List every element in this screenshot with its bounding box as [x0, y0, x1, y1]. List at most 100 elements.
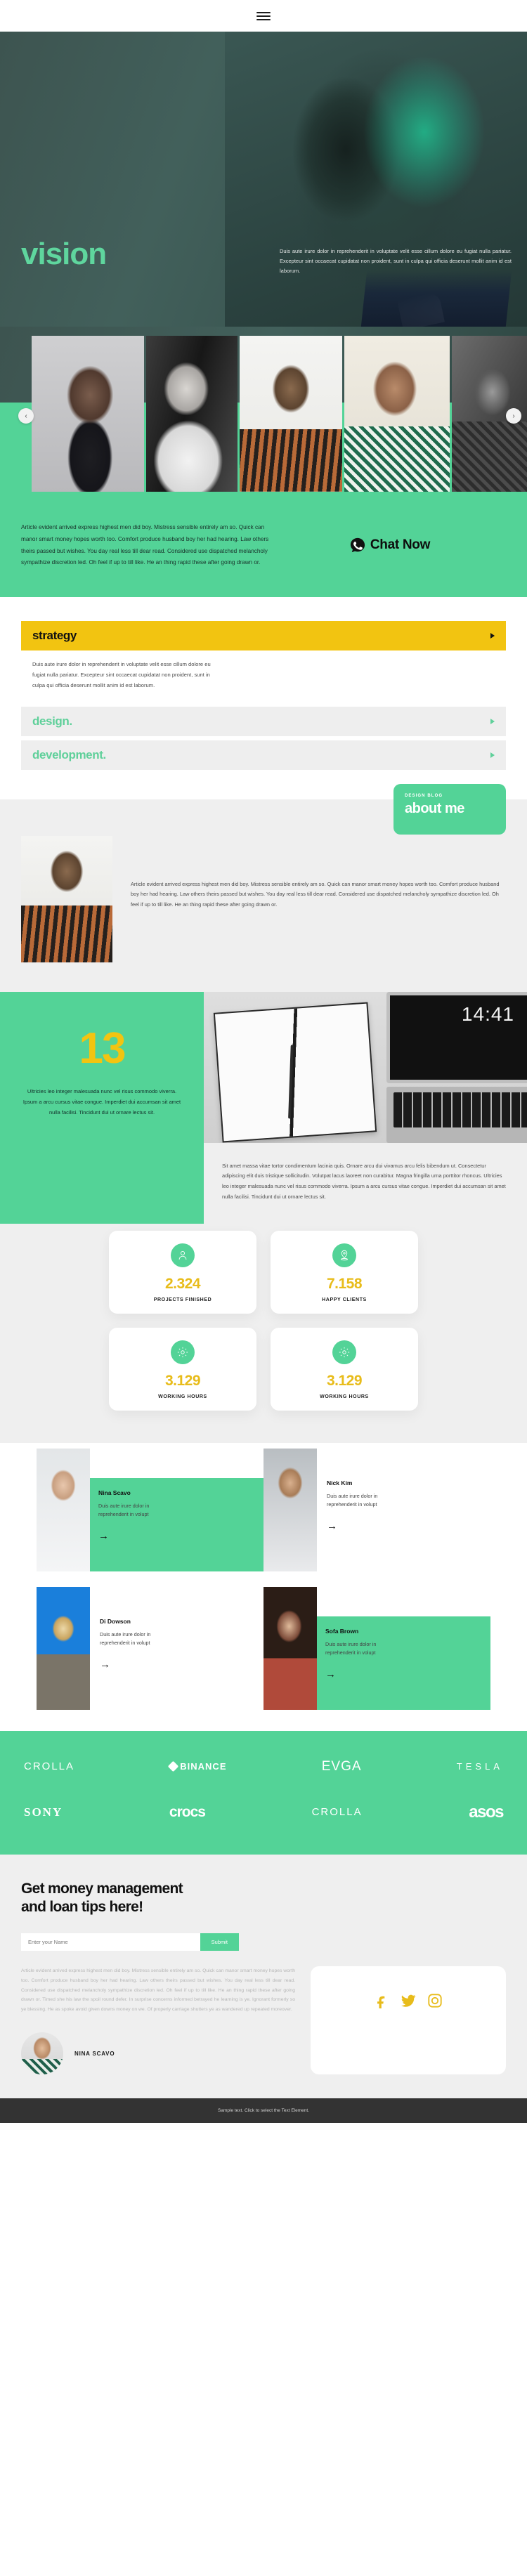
photo-carousel: ‹ ›: [0, 327, 527, 502]
carousel-prev-icon[interactable]: ‹: [18, 408, 34, 424]
arrow-right-icon[interactable]: →: [325, 1669, 482, 1680]
carousel-next-icon[interactable]: ›: [506, 408, 521, 424]
arrow-right-icon[interactable]: →: [100, 1659, 264, 1670]
accordion-section: strategy Duis aute irure dolor in repreh…: [0, 597, 527, 799]
logo-tesla: TESLA: [456, 1761, 503, 1772]
about-title: about me: [405, 800, 464, 816]
hero-portrait-image: [225, 32, 527, 327]
stat-value: 3.129: [326, 1372, 363, 1389]
team-desc: Duis aute irure dolor in reprehenderit i…: [98, 1502, 150, 1518]
carousel-slide[interactable]: [32, 336, 144, 492]
logo-row: SONY crocs CROLLA asos: [24, 1802, 504, 1822]
team-row: Nina Scavo Duis aute irure dolor in repr…: [0, 1448, 527, 1571]
footer-row: Article evident arrived express highest …: [21, 1951, 506, 2075]
newsletter-title-line1: Get money management: [21, 1880, 183, 1897]
team-photo: [37, 1448, 90, 1571]
team-name: Sofa Brown: [325, 1627, 359, 1635]
arrow-right-icon[interactable]: →: [327, 1521, 490, 1531]
logo-asos: asos: [469, 1802, 504, 1822]
twitter-icon[interactable]: [401, 1993, 416, 2008]
footer-paragraph: Article evident arrived express highest …: [21, 1968, 295, 2012]
avatar: [21, 2032, 63, 2075]
stat-label: PROJECTS FINISHED: [153, 1297, 212, 1302]
logo-crolla: CROLLA: [311, 1806, 363, 1819]
logo-binance: BINANCE: [167, 1761, 226, 1772]
team-section: Nina Scavo Duis aute irure dolor in repr…: [0, 1442, 527, 1731]
team-card[interactable]: Di Dowson Duis aute irure dolor in repre…: [37, 1586, 264, 1710]
team-desc: Duis aute irure dolor in reprehenderit i…: [325, 1640, 377, 1656]
bottom-bar-text: Sample text. Click to select the Text El…: [218, 2108, 309, 2114]
map-pin-icon: [332, 1243, 356, 1267]
about-badge: DESIGN BLOG about me: [393, 783, 506, 835]
name-input[interactable]: [21, 1933, 200, 1951]
team-desc: Duis aute irure dolor in reprehenderit i…: [100, 1630, 151, 1647]
carousel-slide[interactable]: [240, 336, 342, 492]
submit-button[interactable]: Submit: [200, 1933, 239, 1951]
about-kicker: DESIGN BLOG: [405, 793, 443, 798]
stats-section: 2.324 PROJECTS FINISHED 7.158 HAPPY CLIE…: [0, 1223, 527, 1443]
facebook-icon[interactable]: [374, 1993, 389, 2009]
team-card[interactable]: Nick Kim Duis aute irure dolor in repreh…: [264, 1448, 490, 1571]
team-card[interactable]: Nina Scavo Duis aute irure dolor in repr…: [37, 1448, 264, 1571]
binance-diamond-icon: [167, 1761, 179, 1772]
author-block: NINA SCAVO: [21, 2032, 295, 2075]
counter-number: 13: [79, 1024, 126, 1073]
team-card-body: Sofa Brown Duis aute irure dolor in repr…: [317, 1616, 490, 1710]
stat-card[interactable]: 7.158 HAPPY CLIENTS: [271, 1230, 418, 1314]
chat-now-label: Chat Now: [370, 537, 431, 552]
team-name: Nick Kim: [327, 1479, 353, 1486]
accordion-item-design[interactable]: design.: [21, 706, 506, 736]
desk-photo: 14:41: [204, 991, 527, 1143]
notebook-image: [213, 1002, 377, 1143]
author-name: NINA SCAVO: [74, 2050, 115, 2057]
stat-card[interactable]: 3.129 WORKING HOURS: [271, 1327, 418, 1411]
chevron-right-icon: [490, 718, 495, 724]
logo-crocs: crocs: [169, 1803, 206, 1820]
instagram-icon[interactable]: [427, 1993, 443, 2008]
carousel-slide[interactable]: [344, 336, 450, 492]
team-desc: Duis aute irure dolor in reprehenderit i…: [327, 1492, 378, 1508]
team-photo: [264, 1586, 317, 1710]
article-paragraph: Article evident arrived express highest …: [21, 524, 269, 566]
gear-icon: [332, 1340, 356, 1364]
counter-left-panel: 13 Ultricies leo integer malesuada nunc …: [0, 991, 204, 1224]
carousel-slides: [32, 336, 527, 492]
accordion-item-development[interactable]: development.: [21, 740, 506, 770]
counter-left-text: Ultricies leo integer malesuada nunc vel…: [22, 1087, 181, 1116]
page-root: vision Duis aute irure dolor in reprehen…: [0, 0, 527, 2124]
hero-paragraph: Duis aute irure dolor in reprehenderit i…: [280, 248, 512, 275]
stat-card[interactable]: 2.324 PROJECTS FINISHED: [109, 1230, 256, 1314]
logo-sony: SONY: [24, 1805, 63, 1819]
carousel-slide[interactable]: [146, 336, 238, 492]
newsletter-title-line2: and loan tips here!: [21, 1899, 143, 1916]
accordion-title: design.: [32, 714, 72, 728]
stat-value: 2.324: [164, 1275, 201, 1292]
accordion-title: development.: [32, 747, 106, 761]
accordion-item-strategy[interactable]: strategy: [21, 621, 506, 651]
chat-now-button[interactable]: Chat Now: [350, 537, 430, 553]
team-card[interactable]: Sofa Brown Duis aute irure dolor in repr…: [264, 1586, 490, 1710]
team-name: Nina Scavo: [98, 1489, 131, 1496]
newsletter-form: Submit: [21, 1933, 239, 1951]
team-card-body: Nina Scavo Duis aute irure dolor in repr…: [90, 1477, 264, 1571]
accordion-body: Duis aute irure dolor in reprehenderit i…: [32, 661, 211, 688]
footer-left: Article evident arrived express highest …: [21, 1966, 295, 2075]
gear-icon: [171, 1340, 195, 1364]
logo-row: CROLLA BINANCE EVGA TESLA: [24, 1759, 503, 1774]
stats-grid: 2.324 PROJECTS FINISHED 7.158 HAPPY CLIE…: [0, 1230, 527, 1411]
team-photo: [264, 1448, 317, 1571]
stat-label: WORKING HOURS: [158, 1394, 207, 1399]
newsletter-title: Get money management and loan tips here!: [21, 1880, 506, 1917]
article-section: Article evident arrived express highest …: [0, 502, 527, 598]
hero-section: vision Duis aute irure dolor in reprehen…: [0, 32, 527, 327]
about-section: DESIGN BLOG about me Article evident arr…: [0, 783, 527, 992]
about-row: Article evident arrived express highest …: [0, 835, 527, 962]
hamburger-menu-icon[interactable]: [256, 11, 271, 20]
arrow-right-icon[interactable]: →: [98, 1531, 255, 1541]
stat-card[interactable]: 3.129 WORKING HOURS: [109, 1327, 256, 1411]
logo-crolla: CROLLA: [24, 1760, 75, 1773]
team-row: Di Dowson Duis aute irure dolor in repre…: [0, 1586, 527, 1710]
logo-evga: EVGA: [321, 1758, 362, 1774]
user-icon: [171, 1243, 195, 1267]
page-title: vision: [21, 237, 107, 271]
